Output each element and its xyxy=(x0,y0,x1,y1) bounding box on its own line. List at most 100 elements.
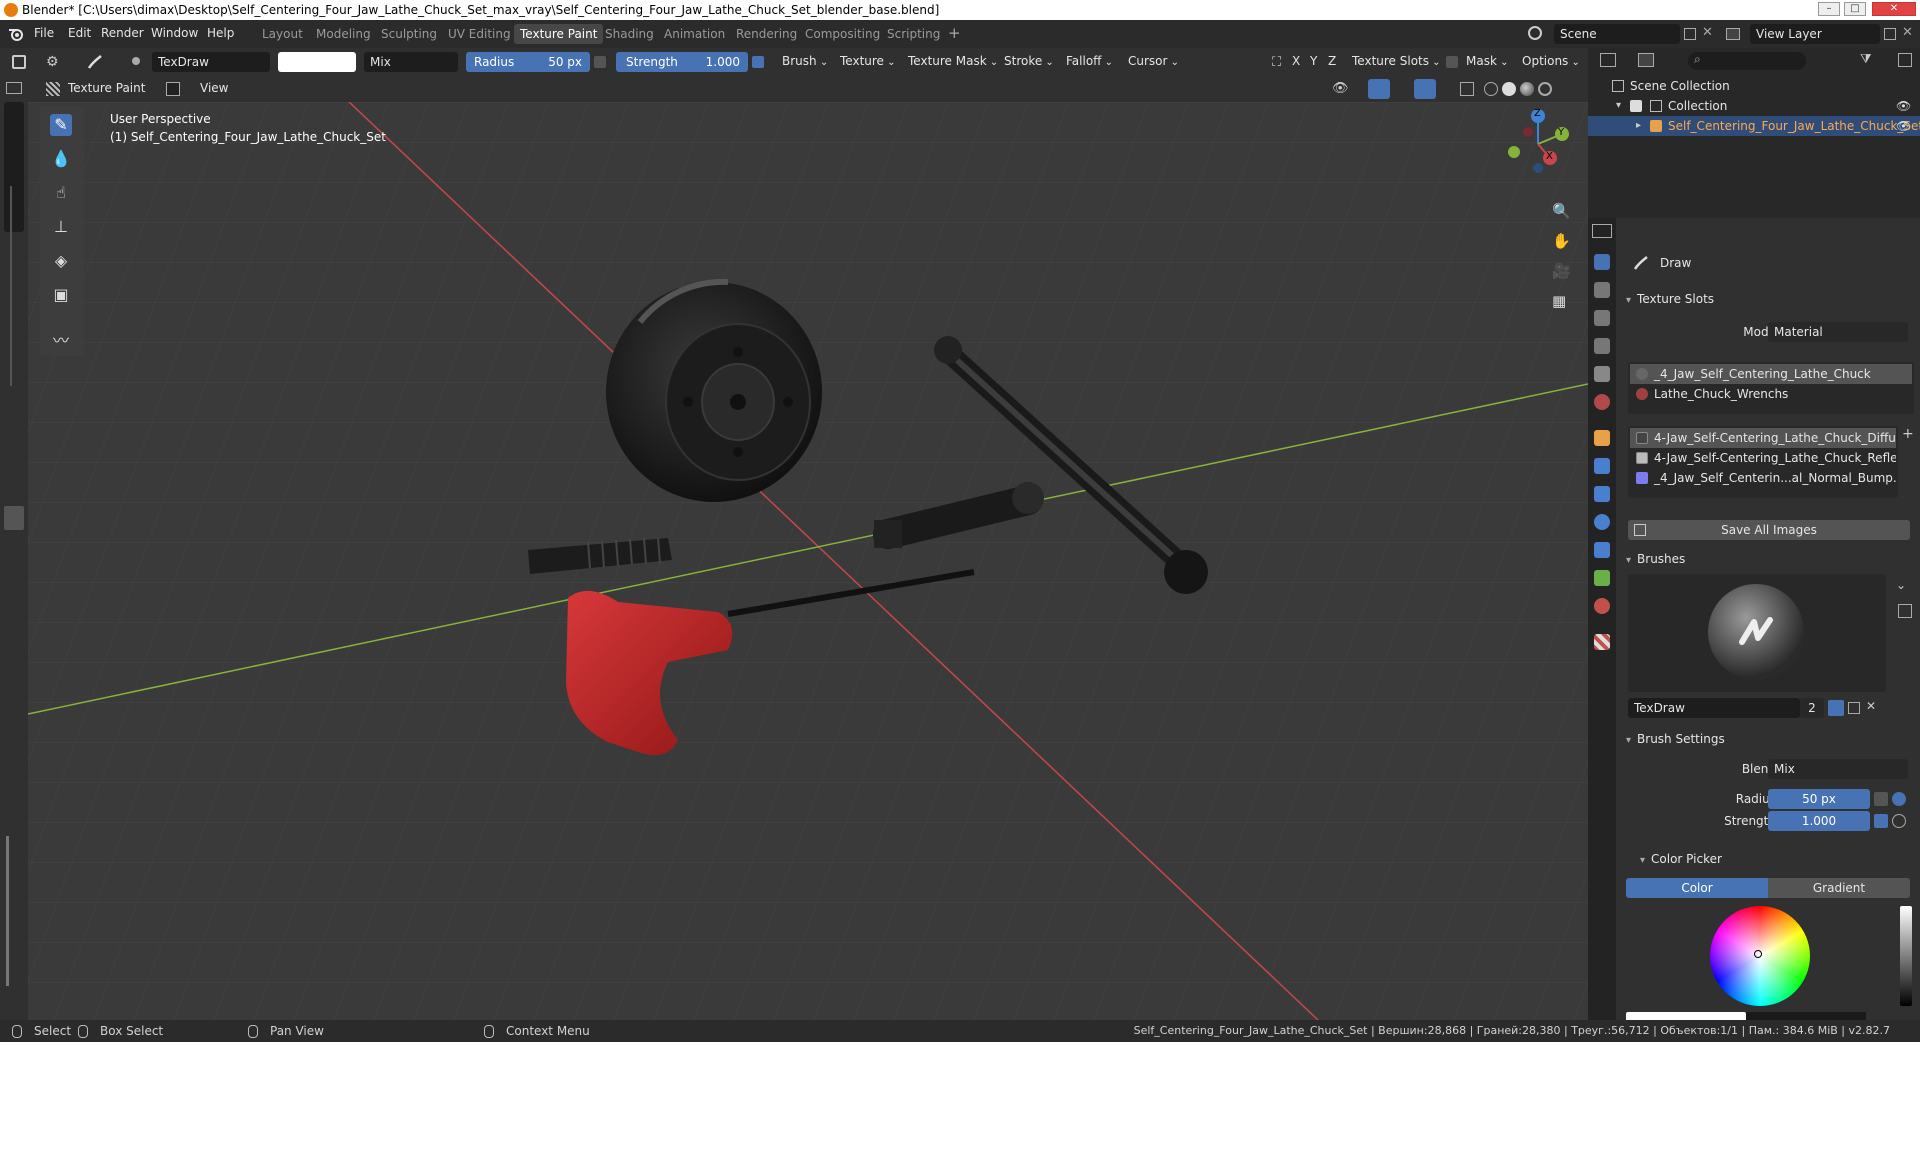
brush-strength-slider[interactable]: 1.000 xyxy=(1768,811,1870,831)
camera-view-icon[interactable]: 🎥 xyxy=(1552,262,1571,280)
add-image-slot-icon[interactable]: + xyxy=(1902,426,1914,442)
strip-scroll-thumb[interactable] xyxy=(4,506,24,530)
mirror-y-toggle[interactable]: Y xyxy=(1310,54,1317,68)
maximize-button[interactable]: □ xyxy=(1844,2,1866,16)
close-window-button[interactable]: ✕ xyxy=(1872,2,1916,16)
value-slider[interactable] xyxy=(1900,906,1912,1006)
material-tab-icon[interactable] xyxy=(1594,598,1610,614)
radius-pressure-toggle-icon[interactable] xyxy=(1874,792,1888,806)
blend-dropdown[interactable]: Mix xyxy=(1768,759,1908,779)
tab-shading[interactable]: Shading xyxy=(599,24,660,44)
mask-tool-icon[interactable]: ▣ xyxy=(50,284,72,306)
annotate-tool-icon[interactable]: 〰 xyxy=(50,330,72,352)
editor-type-icon[interactable] xyxy=(12,55,26,69)
brush-name-field[interactable]: TexDraw xyxy=(152,52,270,72)
tool-settings-icon[interactable]: ⚙ xyxy=(46,54,59,70)
blend-mode-dropdown[interactable]: Mix xyxy=(364,52,458,72)
material-item-wrenchs[interactable]: Lathe_Chuck_Wrenchs xyxy=(1630,384,1912,404)
current-color-swatch[interactable] xyxy=(1626,1012,1746,1020)
outliner-editor-icon[interactable] xyxy=(1600,53,1616,67)
particles-tab-icon[interactable] xyxy=(1594,486,1610,502)
wireframe-shading-icon[interactable] xyxy=(1484,82,1498,96)
image-editor-icon[interactable] xyxy=(6,82,22,94)
add-workspace-button[interactable]: + xyxy=(948,24,961,42)
menu-render[interactable]: Render xyxy=(101,26,144,40)
scene-selector[interactable]: Scene xyxy=(1554,24,1680,44)
brush-menu[interactable]: Brush xyxy=(782,54,828,68)
duplicate-brush-icon[interactable] xyxy=(1848,702,1860,714)
radius-pressure-icon[interactable] xyxy=(594,56,606,68)
color-wheel-cursor[interactable] xyxy=(1754,950,1762,958)
pan-view-icon[interactable]: ✋ xyxy=(1552,232,1571,250)
view-layer-tab-icon[interactable] xyxy=(1594,338,1610,354)
display-mode-icon[interactable] xyxy=(1638,53,1654,67)
material-shading-icon[interactable] xyxy=(1520,82,1534,96)
overlay-toggle-icon[interactable] xyxy=(1414,79,1436,99)
mode-dropdown[interactable]: Material xyxy=(1768,322,1908,342)
outliner-row-object[interactable]: ▸ Self_Centering_Four_Jaw_Lathe_Chuck_Se… xyxy=(1588,116,1920,136)
cursor-menu[interactable]: Cursor xyxy=(1128,54,1179,68)
save-all-images-button[interactable]: Save All Images xyxy=(1628,520,1910,540)
delete-scene-icon[interactable]: ✕ xyxy=(1702,25,1713,40)
output-tab-icon[interactable] xyxy=(1594,310,1610,326)
brush-radius-slider[interactable]: 50 px xyxy=(1768,789,1870,809)
stroke-menu[interactable]: Stroke xyxy=(1004,54,1054,68)
fill-tool-icon[interactable]: ◈ xyxy=(50,250,72,272)
tab-compositing[interactable]: Compositing xyxy=(799,24,886,44)
view-layer-selector[interactable]: View Layer xyxy=(1750,24,1880,44)
clone-tool-icon[interactable]: ⊥ xyxy=(50,216,72,238)
tab-sculpting[interactable]: Sculpting xyxy=(375,24,443,44)
texture-slots-panel-header[interactable]: ▾ Texture Slots xyxy=(1616,288,1920,310)
properties-editor-icon[interactable] xyxy=(1592,224,1612,238)
collection-checkbox[interactable] xyxy=(1630,100,1642,112)
tab-modeling[interactable]: Modeling xyxy=(310,24,377,44)
outliner-row-collection[interactable]: ▾ Collection 👁 xyxy=(1588,96,1920,116)
gizmo-toggle-icon[interactable] xyxy=(1368,79,1390,99)
fake-user-toggle-icon[interactable] xyxy=(1828,700,1844,716)
radius-slider[interactable]: Radius 50 px xyxy=(466,52,590,72)
outliner-search-input[interactable] xyxy=(1688,52,1806,70)
strength-slider[interactable]: Strength 1.000 xyxy=(616,52,748,72)
data-tab-icon[interactable] xyxy=(1594,570,1610,586)
strength-unified-toggle-icon[interactable] xyxy=(1892,814,1906,828)
image-slot-diffuse[interactable]: 4-Jaw_Self-Centering_Lathe_Chuck_Diffuse… xyxy=(1630,428,1896,448)
new-collection-icon[interactable] xyxy=(1898,53,1912,67)
gradient-tab[interactable]: Gradient xyxy=(1768,878,1910,898)
blender-menu-icon[interactable] xyxy=(8,27,24,41)
brushes-panel-header[interactable]: ▾ Brushes xyxy=(1616,548,1920,570)
secondary-color-swatch[interactable] xyxy=(1746,1012,1866,1020)
minimize-button[interactable]: – xyxy=(1818,2,1840,16)
strip-slider[interactable] xyxy=(6,836,20,986)
tool-tab-icon[interactable] xyxy=(1594,254,1610,270)
new-scene-icon[interactable] xyxy=(1684,28,1696,40)
constraints-tab-icon[interactable] xyxy=(1594,542,1610,558)
unlink-brush-icon[interactable]: ✕ xyxy=(1866,699,1876,713)
mirror-x-toggle[interactable]: X xyxy=(1292,54,1300,68)
ortho-toggle-icon[interactable]: ▦ xyxy=(1552,292,1566,310)
radius-unit-toggle-icon[interactable] xyxy=(1892,792,1906,806)
tab-uv-editing[interactable]: UV Editing xyxy=(442,24,517,44)
object-expand-icon[interactable]: ▸ xyxy=(1636,116,1641,136)
smear-tool-icon[interactable]: ☝ xyxy=(50,182,72,204)
falloff-menu[interactable]: Falloff xyxy=(1066,54,1113,68)
image-slot-reflect[interactable]: 4-Jaw_Self-Centering_Lathe_Chuck_Reflect… xyxy=(1630,448,1896,468)
object-tab-icon[interactable] xyxy=(1594,430,1610,446)
color-picker-panel-header[interactable]: ▾ Color Picker xyxy=(1616,848,1920,870)
new-view-layer-icon[interactable] xyxy=(1884,28,1896,40)
rendered-shading-icon[interactable] xyxy=(1538,82,1552,96)
tab-scripting[interactable]: Scripting xyxy=(881,24,946,44)
strength-pressure-icon[interactable] xyxy=(752,56,764,68)
menu-file[interactable]: File xyxy=(34,26,54,40)
mirror-z-toggle[interactable]: Z xyxy=(1328,54,1336,68)
mask-popover[interactable]: Mask xyxy=(1466,54,1508,68)
image-slot-normal[interactable]: _4_Jaw_Self_Centerin...al_Normal_Bump.tg… xyxy=(1630,468,1896,488)
canvas-toggle-icon[interactable] xyxy=(166,82,180,96)
mode-dropdown[interactable]: Texture Paint xyxy=(68,81,145,95)
object-visibility-icon[interactable]: 👁 xyxy=(1896,116,1911,136)
brush-tool-icon[interactable] xyxy=(86,53,104,71)
strength-pressure-toggle-icon[interactable] xyxy=(1874,814,1888,828)
brush-color-swatch[interactable] xyxy=(278,52,356,72)
render-tab-icon[interactable] xyxy=(1594,282,1610,298)
tab-texture-paint[interactable]: Texture Paint xyxy=(514,24,604,44)
visibility-icon[interactable]: 👁 xyxy=(1332,81,1349,96)
